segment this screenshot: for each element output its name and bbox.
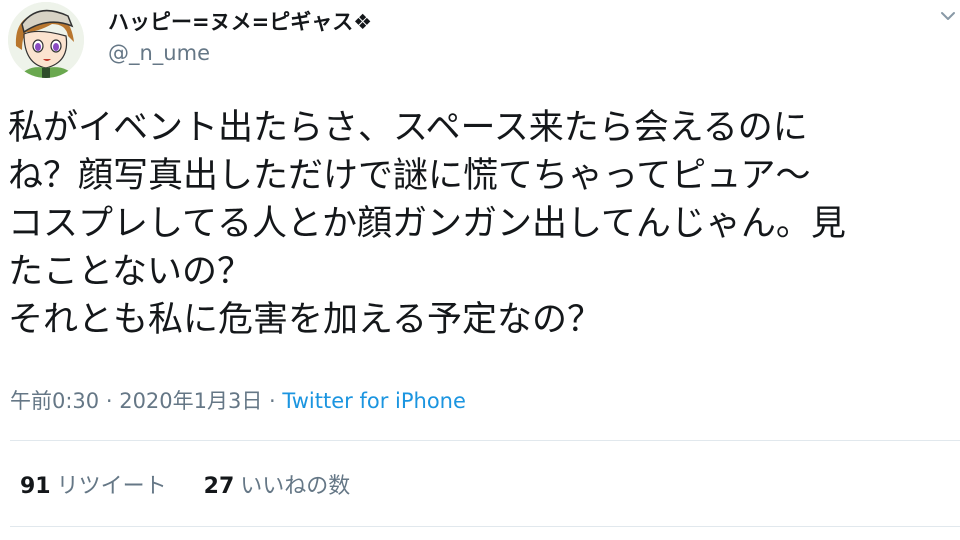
meta-separator: · xyxy=(262,389,283,413)
author-display-name[interactable]: ハッピー=ヌメ=ピギャス❖ xyxy=(108,6,372,36)
likes-label: いいねの数 xyxy=(240,474,351,499)
tweet-text-line: たことないの？ xyxy=(8,252,252,292)
likes-stat[interactable]: 27 いいねの数 xyxy=(204,468,351,500)
tweet-text-line: ね？顔写真出しただけで謎に慌てちゃってピュア～ xyxy=(8,156,811,196)
divider xyxy=(10,440,960,441)
tweet-text: 私がイベント出たらさ、スペース来たら会えるのに ね？顔写真出しただけで謎に慌てち… xyxy=(8,104,954,344)
chevron-down-icon[interactable] xyxy=(940,10,956,22)
avatar-illustration xyxy=(8,2,84,78)
tweet-text-line: 私がイベント出たらさ、スペース来たら会えるのに xyxy=(8,108,808,148)
likes-count: 27 xyxy=(203,474,235,499)
tweet-date[interactable]: 2020年1月3日 xyxy=(119,389,262,413)
meta-separator: · xyxy=(99,389,120,413)
retweets-count: 91 xyxy=(20,474,51,499)
avatar[interactable] xyxy=(8,2,84,78)
divider xyxy=(10,526,960,527)
author-handle[interactable]: @_n_ume xyxy=(108,41,210,65)
tweet-card: ハッピー=ヌメ=ピギャス❖ @_n_ume 私がイベント出たらさ、スペース来たら… xyxy=(0,0,960,540)
tweet-source-link[interactable]: Twitter for iPhone xyxy=(282,389,466,413)
retweets-stat[interactable]: 91 リツイート xyxy=(20,468,167,500)
tweet-text-line: それとも私に危害を加える予定なの？ xyxy=(8,300,602,340)
tweet-text-line: コスプレしてる人とか顔ガンガン出してんじゃん。見 xyxy=(8,204,846,244)
tweet-stats: 91 リツイート 27 いいねの数 xyxy=(20,468,380,500)
tweet-time[interactable]: 午前0:30 xyxy=(10,389,99,413)
retweets-label: リツイート xyxy=(56,474,167,499)
tweet-metadata: 午前0:30 · 2020年1月3日 · Twitter for iPhone xyxy=(10,385,466,415)
